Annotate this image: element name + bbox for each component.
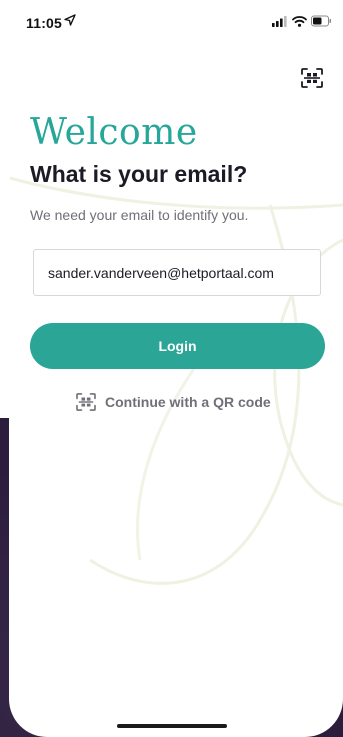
- qr-scan-button[interactable]: [300, 66, 324, 90]
- wifi-icon: [292, 16, 307, 27]
- status-bar: 11:05: [0, 0, 343, 40]
- continue-with-qr-link[interactable]: Continue with a QR code: [75, 392, 271, 412]
- qr-scan-icon: [301, 68, 323, 88]
- page-subtitle: We need your email to identify you.: [30, 207, 249, 223]
- page-title: What is your email?: [30, 161, 248, 187]
- location-arrow-icon: [64, 14, 76, 26]
- battery-icon: [311, 15, 331, 27]
- welcome-heading: Welcome: [30, 112, 198, 153]
- qr-scan-icon: [75, 392, 97, 412]
- home-indicator[interactable]: [117, 724, 227, 728]
- login-button[interactable]: Login: [30, 323, 325, 369]
- cellular-signal-icon: [272, 16, 287, 27]
- qr-link-label: Continue with a QR code: [105, 394, 271, 410]
- email-field[interactable]: [33, 249, 321, 296]
- status-time: 11:05: [26, 15, 63, 31]
- status-icons: [272, 15, 331, 27]
